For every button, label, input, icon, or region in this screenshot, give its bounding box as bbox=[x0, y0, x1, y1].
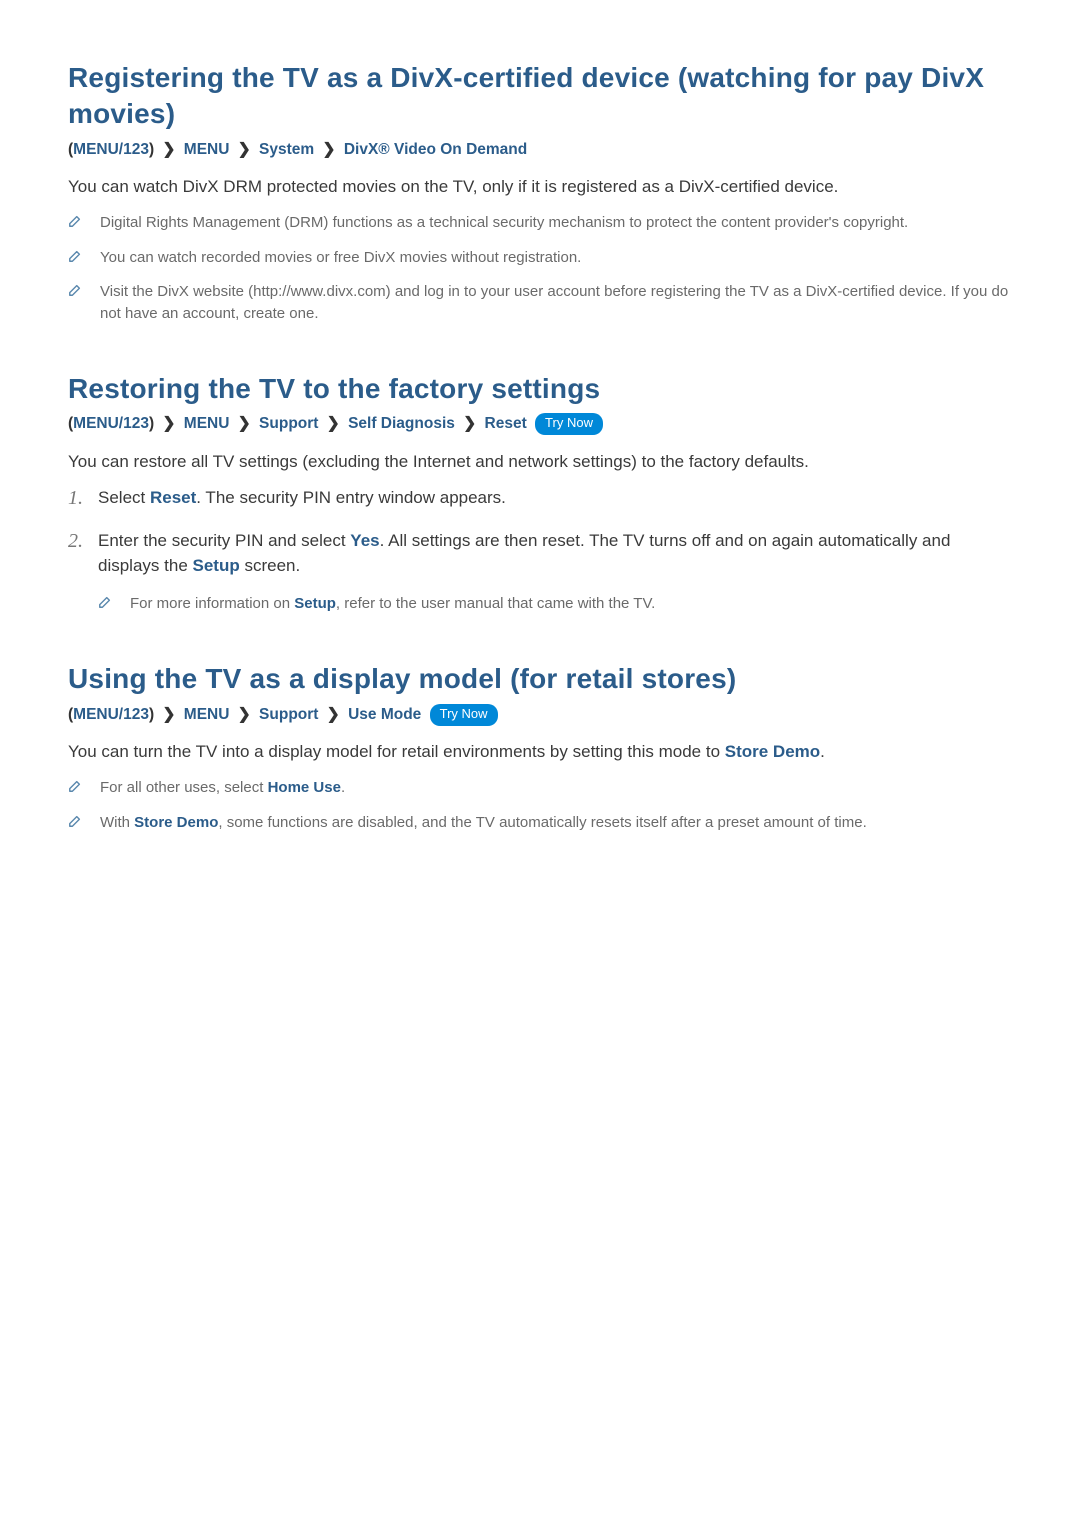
notes-use-mode: For all other uses, select Home Use. Wit… bbox=[68, 777, 1012, 835]
pencil-icon bbox=[68, 282, 90, 304]
pencil-icon bbox=[68, 213, 90, 235]
intro-restore: You can restore all TV settings (excludi… bbox=[68, 450, 1012, 475]
note-text: You can watch recorded movies or free Di… bbox=[100, 247, 1012, 269]
pencil-icon bbox=[68, 813, 90, 835]
note-item: For all other uses, select Home Use. bbox=[68, 777, 1012, 800]
subnote: For more information on Setup, refer to … bbox=[98, 593, 1012, 616]
chevron-right-icon: ❯ bbox=[327, 415, 340, 432]
bc-menu: MENU bbox=[184, 141, 230, 158]
heading-restore: Restoring the TV to the factory settings bbox=[68, 371, 1012, 407]
bc-self-diagnosis: Self Diagnosis bbox=[348, 415, 455, 432]
bc-reset: Reset bbox=[485, 415, 527, 432]
note-text: Digital Rights Management (DRM) function… bbox=[100, 212, 1012, 234]
subnote-text-a: For more information on bbox=[130, 595, 294, 612]
note-text-a: With bbox=[100, 814, 134, 831]
step-text: Select bbox=[98, 488, 150, 507]
step-text: . The security PIN entry window appears. bbox=[196, 488, 506, 507]
step-1: Select Reset. The security PIN entry win… bbox=[68, 486, 1012, 513]
hl-reset: Reset bbox=[150, 488, 196, 507]
chevron-right-icon: ❯ bbox=[323, 141, 336, 158]
section-restore: Restoring the TV to the factory settings… bbox=[68, 371, 1012, 616]
notes-divx: Digital Rights Management (DRM) function… bbox=[68, 212, 1012, 325]
bc-menu: MENU bbox=[184, 706, 230, 723]
step-body: Enter the security PIN and select Yes. A… bbox=[98, 529, 1012, 615]
bc-menu: MENU bbox=[184, 415, 230, 432]
chevron-right-icon: ❯ bbox=[238, 415, 251, 432]
intro-divx: You can watch DivX DRM protected movies … bbox=[68, 175, 1012, 200]
note-item: You can watch recorded movies or free Di… bbox=[68, 247, 1012, 270]
hl-store-demo: Store Demo bbox=[134, 814, 218, 831]
chevron-right-icon: ❯ bbox=[162, 706, 175, 723]
chevron-right-icon: ❯ bbox=[238, 141, 251, 158]
step-body: Select Reset. The security PIN entry win… bbox=[98, 486, 1012, 511]
hl-store-demo: Store Demo bbox=[725, 742, 820, 761]
note-text-b: . bbox=[341, 779, 345, 796]
intro-text-b: . bbox=[820, 742, 825, 761]
try-now-button[interactable]: Try Now bbox=[535, 413, 603, 435]
bc-menu123: MENU/123 bbox=[73, 415, 149, 432]
bc-menu123: MENU/123 bbox=[73, 706, 149, 723]
breadcrumb-restore: (MENU/123) ❯ MENU ❯ Support ❯ Self Diagn… bbox=[68, 413, 1012, 435]
note-item: With Store Demo, some functions are disa… bbox=[68, 812, 1012, 835]
steps-restore: Select Reset. The security PIN entry win… bbox=[68, 486, 1012, 615]
note-text-a: For all other uses, select bbox=[100, 779, 268, 796]
note-text: Visit the DivX website (http://www.divx.… bbox=[100, 281, 1012, 325]
chevron-right-icon: ❯ bbox=[463, 415, 476, 432]
chevron-right-icon: ❯ bbox=[162, 415, 175, 432]
chevron-right-icon: ❯ bbox=[238, 706, 251, 723]
section-divx: Registering the TV as a DivX-certified d… bbox=[68, 60, 1012, 325]
hl-yes: Yes bbox=[350, 531, 379, 550]
note-text: With Store Demo, some functions are disa… bbox=[100, 812, 1012, 834]
step-2: Enter the security PIN and select Yes. A… bbox=[68, 529, 1012, 615]
heading-divx: Registering the TV as a DivX-certified d… bbox=[68, 60, 1012, 133]
breadcrumb-divx: (MENU/123) ❯ MENU ❯ System ❯ DivX® Video… bbox=[68, 139, 1012, 161]
subnote-text: For more information on Setup, refer to … bbox=[130, 593, 655, 615]
step-text: Enter the security PIN and select bbox=[98, 531, 350, 550]
intro-use-mode: You can turn the TV into a display model… bbox=[68, 740, 1012, 765]
paren-close: ) bbox=[149, 415, 154, 432]
chevron-right-icon: ❯ bbox=[162, 141, 175, 158]
bc-support: Support bbox=[259, 706, 318, 723]
note-text: For all other uses, select Home Use. bbox=[100, 777, 1012, 799]
bc-menu123: MENU/123 bbox=[73, 141, 149, 158]
bc-support: Support bbox=[259, 415, 318, 432]
note-text-b: , some functions are disabled, and the T… bbox=[218, 814, 866, 831]
paren-close: ) bbox=[149, 141, 154, 158]
pencil-icon bbox=[98, 594, 120, 616]
hl-setup: Setup bbox=[193, 556, 240, 575]
bc-divx-vod: DivX® Video On Demand bbox=[344, 141, 527, 158]
intro-text-a: You can turn the TV into a display model… bbox=[68, 742, 725, 761]
breadcrumb-use-mode: (MENU/123) ❯ MENU ❯ Support ❯ Use Mode T… bbox=[68, 704, 1012, 726]
paren-close: ) bbox=[149, 706, 154, 723]
heading-use-mode: Using the TV as a display model (for ret… bbox=[68, 661, 1012, 697]
subnote-text-b: , refer to the user manual that came wit… bbox=[336, 595, 655, 612]
note-item: Digital Rights Management (DRM) function… bbox=[68, 212, 1012, 235]
pencil-icon bbox=[68, 248, 90, 270]
try-now-button[interactable]: Try Now bbox=[430, 704, 498, 726]
hl-setup: Setup bbox=[294, 595, 336, 612]
bc-system: System bbox=[259, 141, 314, 158]
step-text: screen. bbox=[240, 556, 300, 575]
hl-home-use: Home Use bbox=[268, 779, 341, 796]
chevron-right-icon: ❯ bbox=[327, 706, 340, 723]
pencil-icon bbox=[68, 778, 90, 800]
bc-use-mode: Use Mode bbox=[348, 706, 421, 723]
section-use-mode: Using the TV as a display model (for ret… bbox=[68, 661, 1012, 834]
note-item: Visit the DivX website (http://www.divx.… bbox=[68, 281, 1012, 325]
